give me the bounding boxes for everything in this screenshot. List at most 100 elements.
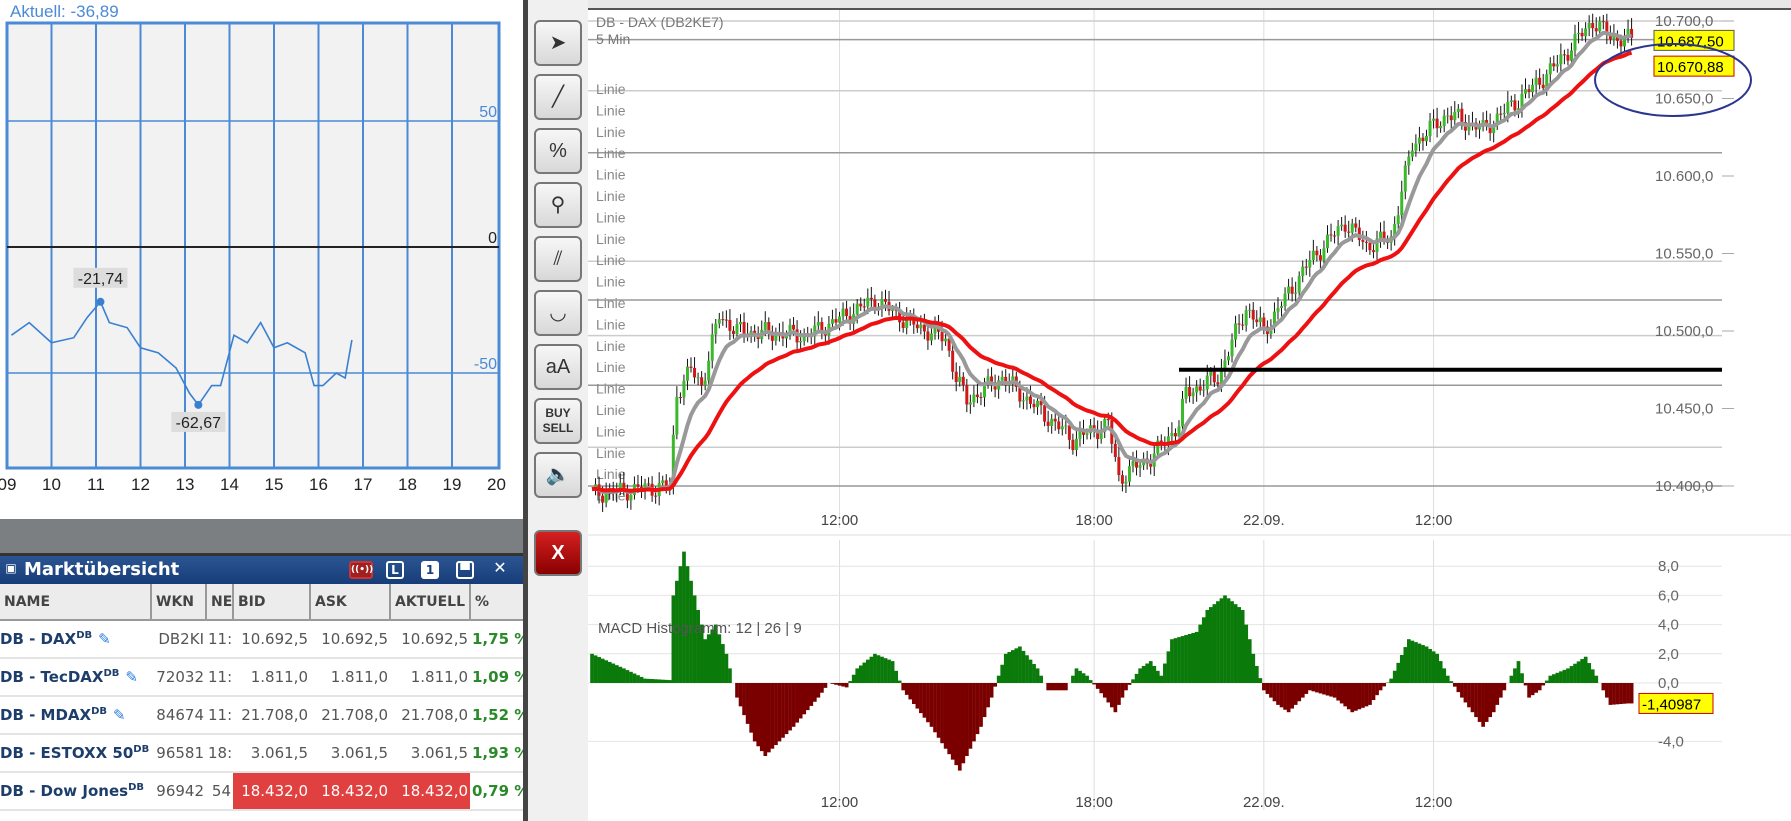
live-icon[interactable]: ((•)) <box>349 561 373 579</box>
candle-body <box>731 330 735 335</box>
font-size-tool-button[interactable]: aA <box>534 344 582 390</box>
macd-bar <box>1498 683 1503 698</box>
sound-tool-button[interactable]: 🔈 <box>534 452 582 498</box>
candle-body <box>1117 457 1121 476</box>
candle-body <box>965 385 969 405</box>
macd-bar <box>667 680 672 683</box>
column-header-name[interactable]: NAME <box>0 584 152 621</box>
macd-bar <box>915 683 920 709</box>
macd-bar <box>1272 683 1277 702</box>
macd-bar <box>1240 610 1245 683</box>
bid-cell: 1.811,0 <box>233 658 310 697</box>
zoom-tool-button[interactable]: ⚲ <box>534 182 582 228</box>
candle-body <box>1043 405 1047 422</box>
candle-body <box>1379 231 1383 239</box>
macd-bar <box>805 683 810 711</box>
macd-bar <box>1378 683 1383 691</box>
macd-bar <box>1481 683 1485 727</box>
macd-bar <box>911 683 916 704</box>
parallel-lines-tool-button[interactable]: ⫽ <box>534 236 582 282</box>
column-header-ne[interactable]: NE <box>206 584 234 621</box>
macd-bar <box>1449 681 1454 683</box>
one-icon[interactable]: 1 <box>421 561 439 579</box>
candle-body <box>968 402 972 405</box>
macd-bar <box>1148 661 1153 683</box>
macd-bar <box>1141 665 1146 683</box>
candle-body <box>1127 466 1131 482</box>
candle-body <box>1601 21 1605 23</box>
macd-bar <box>1339 683 1344 704</box>
candle-body <box>915 324 919 329</box>
candle-body <box>1251 309 1255 320</box>
candle-body <box>1216 382 1220 385</box>
candle-body <box>926 331 930 341</box>
curve-tool-button[interactable]: ◡ <box>534 290 582 336</box>
candle-body <box>1113 443 1117 458</box>
macd-bar <box>1025 655 1029 683</box>
macd-bar <box>636 675 640 683</box>
link-icon[interactable]: L <box>386 561 404 579</box>
column-header-ask[interactable]: ASK <box>310 584 391 621</box>
table-row[interactable]: DB - ESTOXX 50DB✎9658118:3.061,53.061,53… <box>0 734 525 773</box>
table-row[interactable]: DB - MDAXDB ✎ 84674 11: 21.708,0 21.708,0 21.7… <box>0 696 525 735</box>
edit-pencil-icon[interactable]: ✎ <box>113 706 126 724</box>
candle-body <box>703 380 707 386</box>
macd-bar <box>844 683 849 688</box>
candle-body <box>855 303 859 315</box>
macd-bar <box>735 683 739 698</box>
macd-bar <box>1541 683 1546 686</box>
macd-bar <box>982 683 987 718</box>
macd-bar <box>1304 683 1309 694</box>
cursor-crosshair-button[interactable]: ➤ <box>534 20 582 66</box>
candle-body <box>1509 100 1513 103</box>
macd-bar <box>1177 637 1181 683</box>
main-chart[interactable]: Linie Linie Linie Linie Linie Linie Linie Linie… <box>588 10 1791 821</box>
candle-body <box>1202 389 1206 391</box>
macd-bar <box>784 683 789 735</box>
candle-body <box>1255 319 1259 323</box>
macd-bar <box>717 634 722 683</box>
edit-pencil-icon[interactable]: ✎ <box>125 668 138 686</box>
macd-bar <box>851 674 856 683</box>
buy-sell-tool-button[interactable]: BUY SELL <box>534 398 582 444</box>
macd-bar <box>1124 683 1128 691</box>
maximize-icon[interactable]: ▀ <box>456 561 474 579</box>
candle-body <box>1000 376 1004 381</box>
column-header-wkn[interactable]: WKN <box>151 584 207 621</box>
macd-bar <box>1134 673 1139 683</box>
column-header-bid[interactable]: BID <box>233 584 311 621</box>
line-tool-button[interactable]: ╱ <box>534 74 582 120</box>
mini-x-tick: 18 <box>398 475 417 494</box>
table-row[interactable]: DB - Dow JonesDB✎969425418.432,018.432,0… <box>0 772 525 811</box>
candle-body <box>1354 223 1358 228</box>
table-row[interactable]: DB - TecDAXDB ✎ 72032 11: 1.811,0 1.811,0 1.81… <box>0 658 525 697</box>
macd-bar <box>664 679 669 683</box>
macd-bar <box>1361 683 1365 708</box>
close-tool-button[interactable]: X <box>534 530 582 576</box>
macd-bar <box>1088 680 1093 683</box>
table-row[interactable]: DB - DAXDB ✎ DB2KI 11: 10.692,5 10.692,5 10.69… <box>0 620 525 659</box>
column-header-aktuell[interactable]: AKTUELL <box>390 584 471 621</box>
macd-bar <box>703 639 708 683</box>
macd-bar <box>862 662 867 683</box>
price-tag: 10.687,50 <box>1657 33 1724 50</box>
macd-bar <box>855 668 860 683</box>
close-icon[interactable]: ✕ <box>491 560 509 579</box>
candle-body <box>1301 266 1305 277</box>
macd-bar <box>593 655 598 683</box>
instrument-name: DB - ESTOXX 50DB✎ <box>0 734 151 773</box>
macd-bar <box>1081 673 1086 683</box>
candle-body <box>1280 306 1284 309</box>
percent-tool-button[interactable]: % <box>534 128 582 174</box>
macd-bar <box>1484 683 1489 722</box>
column-header-pct[interactable]: % <box>470 584 526 621</box>
candle-body <box>1241 324 1245 326</box>
macd-bar <box>1583 656 1588 683</box>
macd-bar <box>646 678 651 683</box>
macd-bar <box>1279 683 1284 708</box>
time-axis-label: 12:00 <box>821 512 859 529</box>
edit-pencil-icon[interactable]: ✎ <box>98 630 111 648</box>
edit-pencil-icon[interactable]: ✎ <box>150 782 151 800</box>
macd-bar <box>1237 607 1241 683</box>
macd-bar <box>1368 683 1372 705</box>
